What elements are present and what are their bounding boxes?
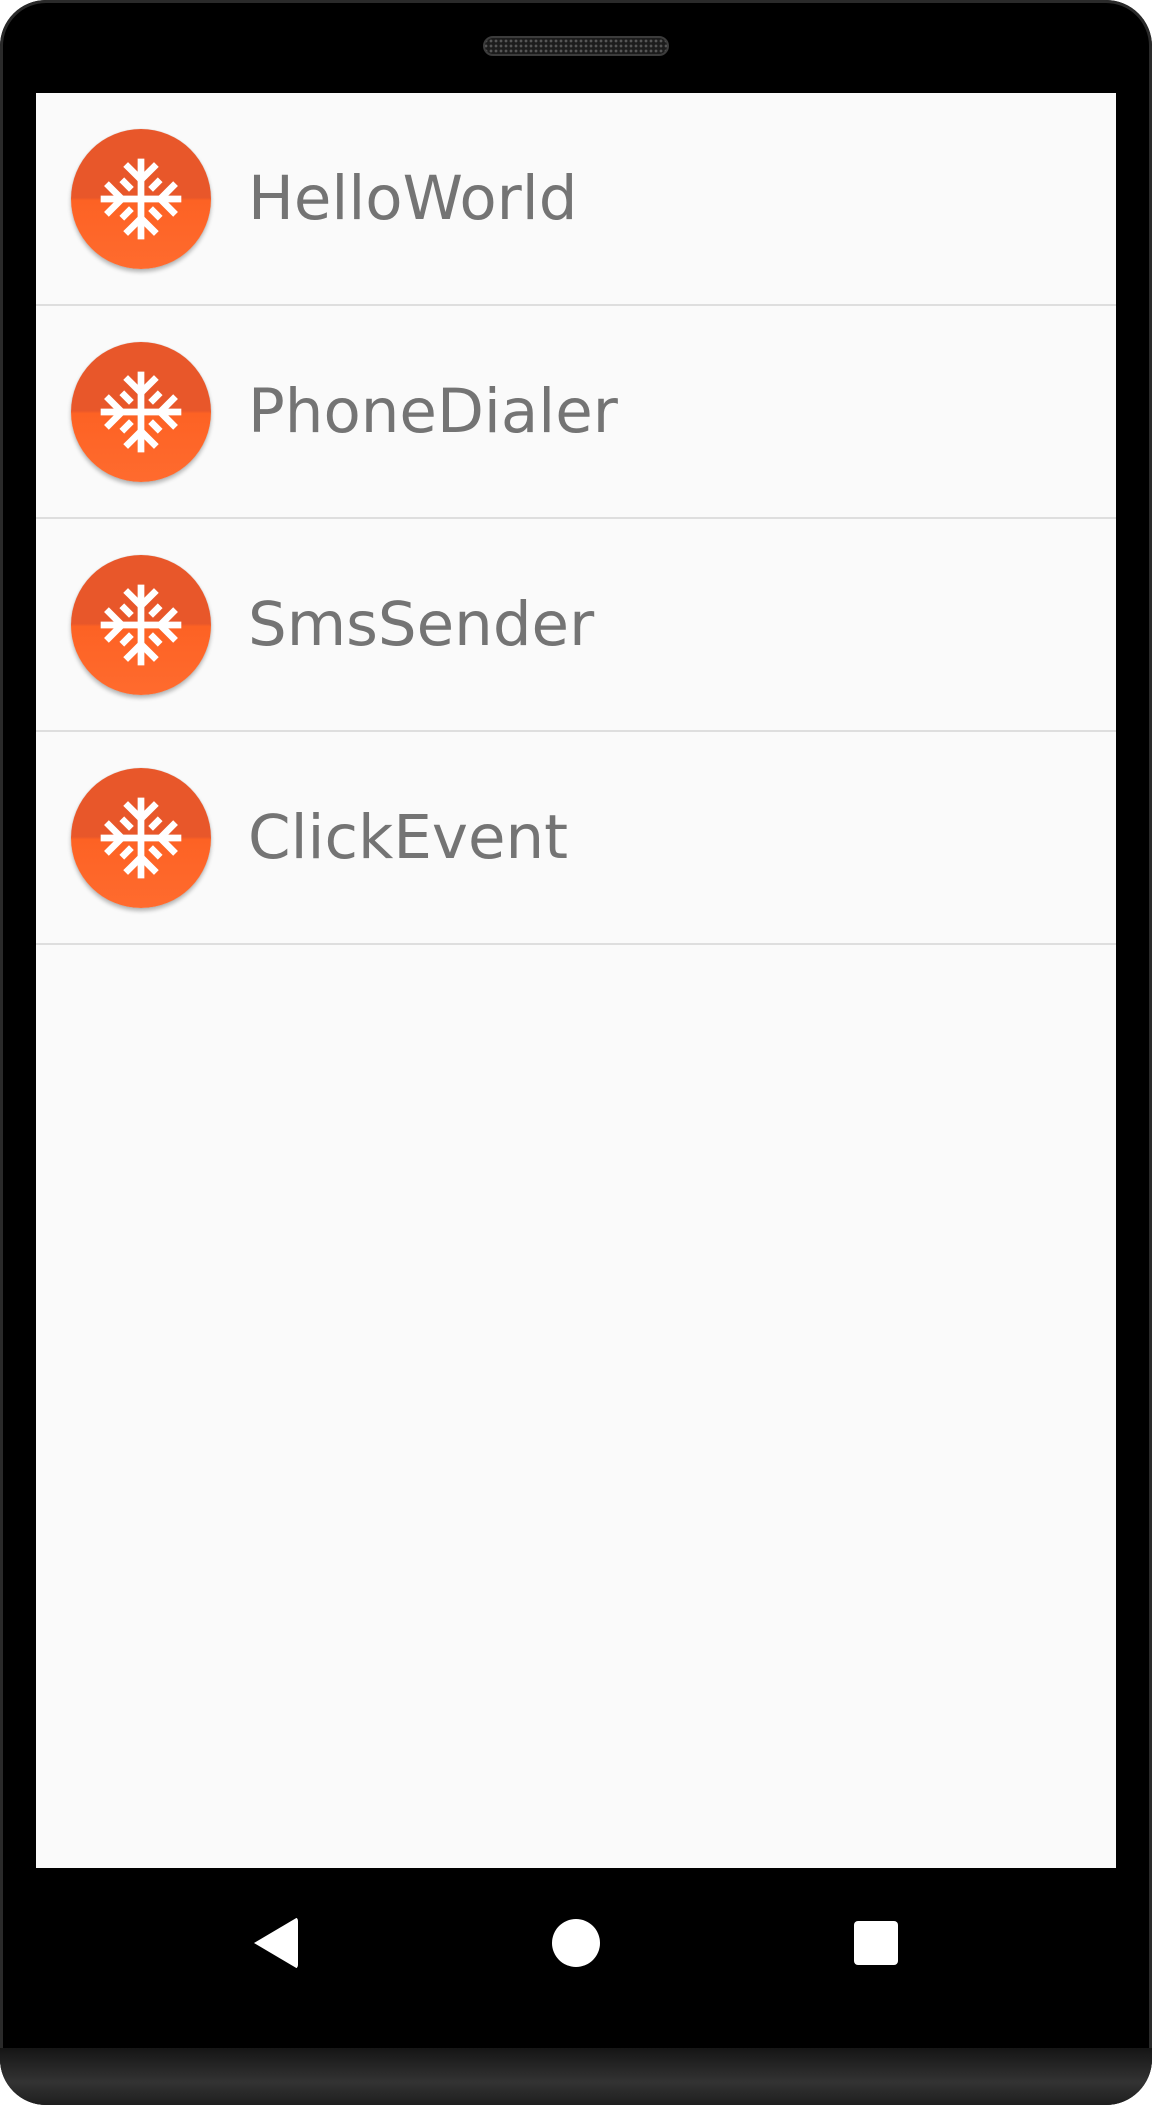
snowflake-glyph: [100, 158, 182, 240]
recents-button[interactable]: [816, 1868, 936, 2018]
list-item-label: HelloWorld: [248, 163, 578, 234]
device-bottom-edge: [0, 2048, 1152, 2105]
back-triangle-icon: [254, 1917, 298, 1969]
app-screen: HelloWorld PhoneDialer SmsSender ClickEv…: [36, 93, 1116, 1868]
snowflake-glyph: [100, 797, 182, 879]
list-item-label: PhoneDialer: [248, 376, 618, 447]
list-item-smssender[interactable]: SmsSender: [36, 519, 1116, 732]
home-circle-icon: [552, 1919, 600, 1967]
snowflake-icon: [71, 342, 211, 482]
snowflake-icon: [71, 555, 211, 695]
recents-square-icon: [854, 1921, 898, 1965]
navigation-bar: [36, 1868, 1116, 2048]
home-button[interactable]: [516, 1868, 636, 2018]
earpiece-speaker: [483, 36, 669, 56]
snowflake-glyph: [100, 371, 182, 453]
list-item-label: SmsSender: [248, 589, 595, 660]
snowflake-icon: [71, 768, 211, 908]
back-button[interactable]: [216, 1868, 336, 2018]
list-item-phonedialer[interactable]: PhoneDialer: [36, 306, 1116, 519]
snowflake-icon: [71, 129, 211, 269]
app-list: HelloWorld PhoneDialer SmsSender ClickEv…: [36, 93, 1116, 945]
list-item-label: ClickEvent: [248, 802, 569, 873]
list-item-helloworld[interactable]: HelloWorld: [36, 93, 1116, 306]
phone-device-frame: HelloWorld PhoneDialer SmsSender ClickEv…: [0, 0, 1152, 2105]
list-item-clickevent[interactable]: ClickEvent: [36, 732, 1116, 945]
snowflake-glyph: [100, 584, 182, 666]
